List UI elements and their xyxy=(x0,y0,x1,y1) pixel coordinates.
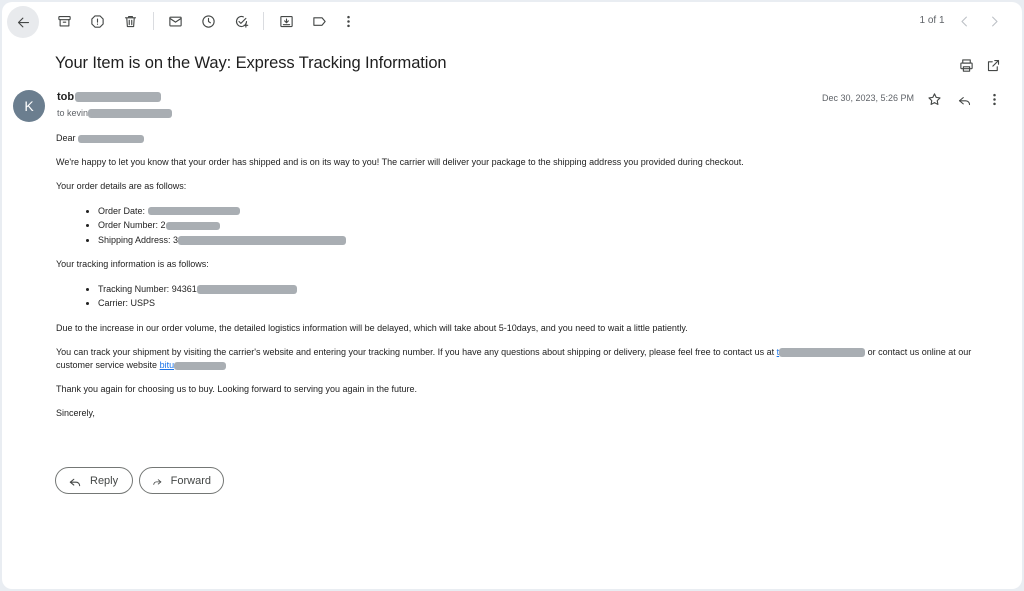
list-item: Order Date: xyxy=(98,205,996,218)
reply-label: Reply xyxy=(90,474,119,487)
more-options-button[interactable] xyxy=(336,9,360,33)
add-task-icon xyxy=(235,15,248,28)
older-button[interactable] xyxy=(982,9,1006,33)
more-vert-icon xyxy=(346,15,350,27)
snooze-button[interactable] xyxy=(196,9,220,33)
archive-button[interactable] xyxy=(52,9,76,33)
greeting-text: Dear xyxy=(56,133,76,143)
redacted-recipient xyxy=(88,109,173,119)
open-new-window-button[interactable] xyxy=(981,53,1005,77)
redacted-address xyxy=(178,236,347,246)
redacted-name xyxy=(78,134,145,143)
add-task-button[interactable] xyxy=(229,9,253,33)
forward-label: Forward xyxy=(170,474,211,487)
delete-icon xyxy=(124,15,136,27)
chevron-left-icon xyxy=(960,16,967,26)
list-item: Carrier: USPS xyxy=(98,297,996,310)
reply-icon-button[interactable] xyxy=(952,87,976,111)
list-item: Order Number: 2 xyxy=(98,219,996,232)
tracking-heading: Your tracking information is as follows: xyxy=(56,259,209,270)
mark-unread-icon xyxy=(168,16,182,26)
forward-icon xyxy=(153,478,162,485)
contact-paragraph: You can track your shipment by visiting … xyxy=(56,346,996,372)
delete-button[interactable] xyxy=(118,9,142,33)
newer-button[interactable] xyxy=(952,9,976,33)
mark-unread-button[interactable] xyxy=(163,9,187,33)
redacted-order-date xyxy=(147,207,240,216)
move-to-icon xyxy=(279,15,293,27)
reply-icon xyxy=(69,478,81,486)
order-number-label: Order Number: 2 xyxy=(98,220,166,231)
print-button[interactable] xyxy=(954,53,978,77)
order-details-heading: Your order details are as follows: xyxy=(56,181,187,192)
intro-paragraph: We're happy to let you know that your or… xyxy=(56,157,744,168)
thanks-paragraph: Thank you again for choosing us to buy. … xyxy=(56,384,418,395)
contact-email-link[interactable]: t xyxy=(777,347,866,357)
reply-icon xyxy=(958,96,970,105)
website-link-text: bitu xyxy=(159,360,175,371)
report-spam-icon xyxy=(90,14,104,28)
redacted-tracking-number xyxy=(196,284,297,294)
redacted-contact-email xyxy=(779,347,866,357)
report-spam-button[interactable] xyxy=(85,9,109,33)
sender-avatar[interactable]: K xyxy=(13,90,45,122)
list-item: Tracking Number: 94361 xyxy=(98,283,996,296)
contact-text: You can track your shipment by visiting … xyxy=(56,346,775,357)
more-vert-icon xyxy=(992,93,996,105)
star-button[interactable] xyxy=(922,87,946,111)
greeting: Dear xyxy=(56,132,996,145)
closing: Sincerely, xyxy=(56,408,95,419)
chevron-right-icon xyxy=(991,16,998,26)
tracking-list: Tracking Number: 94361 Carrier: USPS xyxy=(98,283,996,311)
move-to-button[interactable] xyxy=(274,9,298,33)
redacted-sender-email xyxy=(75,92,162,103)
back-button[interactable] xyxy=(7,6,39,38)
recipient-line[interactable]: to kevin xyxy=(57,108,173,119)
recipient-text: to kevin xyxy=(57,108,89,118)
order-date-label: Order Date: xyxy=(98,205,148,216)
pagination-text: 1 of 1 xyxy=(919,15,945,26)
toolbar-divider xyxy=(263,12,264,30)
delay-notice: Due to the increase in our order volume,… xyxy=(56,322,688,333)
email-date: Dec 30, 2023, 5:26 PM xyxy=(822,93,915,103)
order-details-list: Order Date: Order Number: 2 Shipping Add… xyxy=(98,205,996,248)
reply-button[interactable]: Reply xyxy=(55,467,133,494)
label-button[interactable] xyxy=(307,9,331,33)
redacted-website xyxy=(174,361,227,370)
email-view: 1 of 1 Your Item is on the Way: Express … xyxy=(2,2,1022,589)
redacted-order-number xyxy=(165,222,220,231)
archive-icon xyxy=(57,15,71,26)
open-in-new-icon xyxy=(987,59,999,71)
message-more-button[interactable] xyxy=(982,87,1006,111)
sender-name[interactable]: tob xyxy=(57,91,162,103)
email-subject: Your Item is on the Way: Express Trackin… xyxy=(55,54,447,72)
tracking-number-label: Tracking Number: 94361 xyxy=(98,283,197,294)
forward-button[interactable]: Forward xyxy=(139,467,224,494)
list-item: Shipping Address: 3 xyxy=(98,234,996,247)
website-link[interactable]: bitu xyxy=(160,360,227,370)
back-arrow-icon xyxy=(17,17,29,27)
shipping-address-label: Shipping Address: 3 xyxy=(98,235,179,246)
sender-name-text: tob xyxy=(57,91,75,103)
label-icon xyxy=(312,16,326,26)
toolbar-divider xyxy=(153,12,154,30)
snooze-icon xyxy=(201,14,215,28)
email-body: Dear We're happy to let you know that yo… xyxy=(56,132,996,432)
star-icon xyxy=(927,92,941,105)
print-icon xyxy=(959,58,973,72)
